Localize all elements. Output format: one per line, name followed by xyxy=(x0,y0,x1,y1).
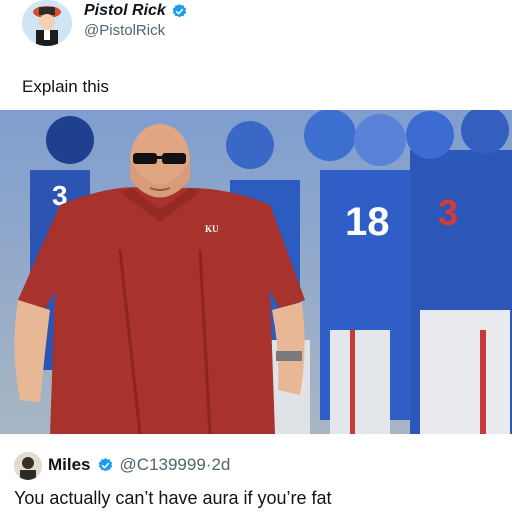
jersey-number: 18 xyxy=(345,200,390,244)
author-name-row[interactable]: Pistol Rick xyxy=(84,2,188,20)
verified-badge-icon xyxy=(98,457,112,471)
author-name[interactable]: Pistol Rick xyxy=(84,2,166,20)
jersey-number: 3 xyxy=(438,192,458,233)
reply-timestamp[interactable]: 2d xyxy=(211,454,230,476)
reply-text: You actually can’t have aura if you’re f… xyxy=(14,488,332,508)
reply-author-name[interactable]: Miles xyxy=(48,454,91,476)
reply-header: Miles @C139999 · 2d xyxy=(48,454,230,476)
post-text: Explain this xyxy=(22,77,109,96)
author-avatar[interactable] xyxy=(22,0,72,46)
post-image[interactable]: 18 3 3 KU xyxy=(0,110,512,434)
author-handle[interactable]: @PistolRick xyxy=(84,22,165,40)
verified-badge-icon xyxy=(172,3,187,17)
shirt-logo: KU xyxy=(205,224,219,234)
reply-avatar[interactable] xyxy=(14,452,42,480)
reply-author-handle[interactable]: @C139999 xyxy=(120,454,206,476)
